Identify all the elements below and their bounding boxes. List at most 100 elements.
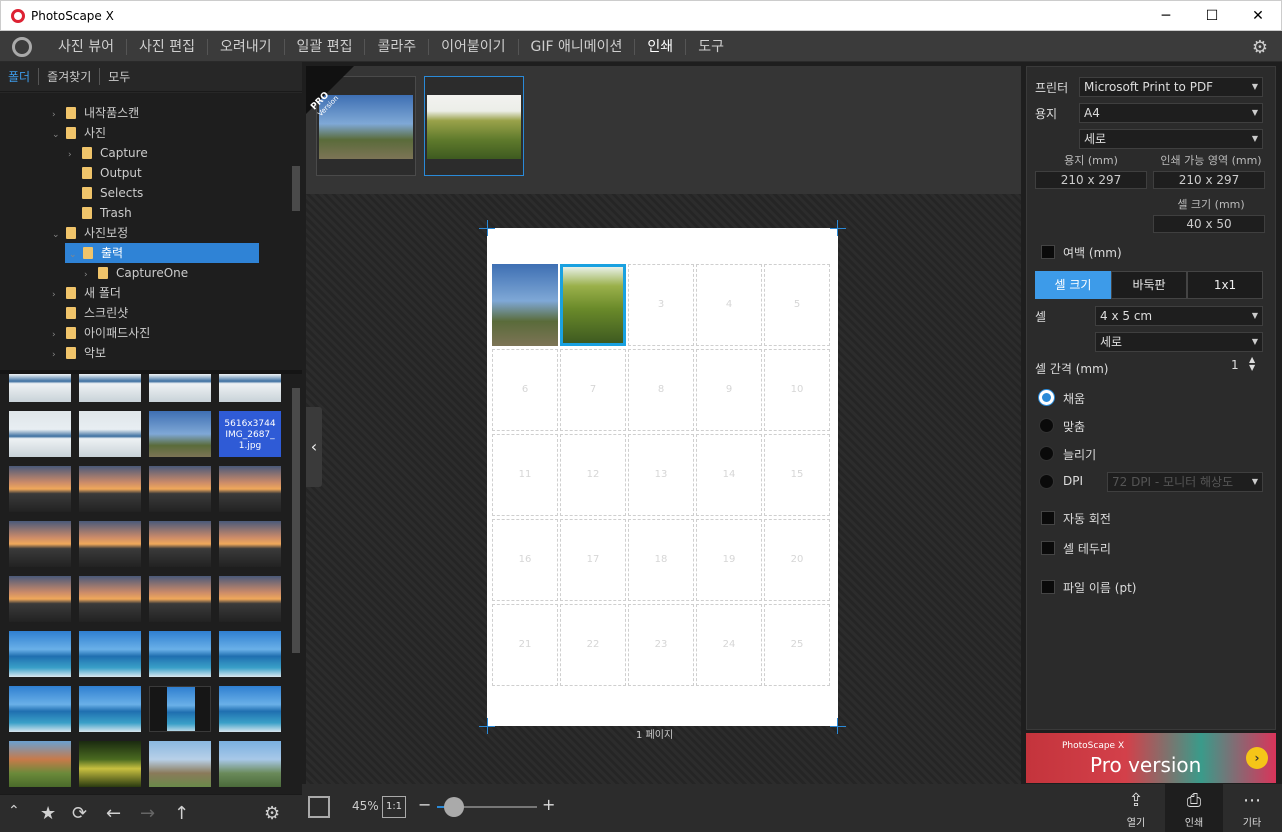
favorite-star-icon[interactable]: ★ xyxy=(40,803,56,824)
more-button[interactable]: ⋯ 기타 xyxy=(1223,784,1281,832)
collapse-left-panel-handle[interactable]: ‹ xyxy=(306,407,322,487)
print-cell-empty[interactable]: 9 xyxy=(696,349,762,431)
print-cell-empty[interactable]: 18 xyxy=(628,519,694,601)
thumbnail[interactable] xyxy=(149,466,211,512)
tree-expand-arrow-icon[interactable]: › xyxy=(52,285,66,305)
menu-tab[interactable]: 오려내기 xyxy=(206,38,284,55)
menu-tab[interactable]: 콜라주 xyxy=(364,38,428,55)
print-cell-empty[interactable]: 7 xyxy=(560,349,626,431)
thumbnail[interactable] xyxy=(219,521,281,567)
thumbnail[interactable] xyxy=(79,741,141,787)
thumbnail-scrollbar[interactable] xyxy=(290,374,302,794)
tree-expand-arrow-icon[interactable]: › xyxy=(68,145,82,165)
auto-rotate-checkbox[interactable] xyxy=(1041,511,1055,525)
tree-scrollbar[interactable] xyxy=(290,93,302,370)
thumbnail[interactable] xyxy=(9,631,71,677)
actual-size-button[interactable]: 1:1 xyxy=(382,796,406,818)
print-cell-empty[interactable]: 22 xyxy=(560,604,626,686)
fit-view-icon[interactable] xyxy=(308,796,330,818)
tab-folder[interactable]: 폴더 xyxy=(8,68,38,85)
thumbnail[interactable] xyxy=(79,576,141,622)
print-cell-empty[interactable]: 19 xyxy=(696,519,762,601)
zoom-out-icon[interactable]: − xyxy=(418,795,431,814)
open-button[interactable]: ⇪ 열기 xyxy=(1107,784,1165,832)
print-cell-photo[interactable] xyxy=(492,264,558,346)
back-arrow-icon[interactable]: ← xyxy=(106,803,121,824)
menu-tab[interactable]: 사진 뷰어 xyxy=(46,39,126,55)
thumbnail[interactable]: 5616x3744 IMG_2687_ 1.jpg xyxy=(219,411,281,457)
tree-item[interactable]: › CaptureOne xyxy=(84,263,188,283)
margin-checkbox[interactable] xyxy=(1041,245,1055,259)
thumbnail[interactable] xyxy=(9,374,71,402)
print-cell-empty[interactable]: 10 xyxy=(764,349,830,431)
thumbnail[interactable] xyxy=(219,374,281,402)
menu-tab[interactable]: 일괄 편집 xyxy=(283,38,365,55)
tree-item[interactable]: ⌄ 출력 xyxy=(65,243,259,263)
banner-arrow-icon[interactable]: › xyxy=(1246,747,1268,769)
radio-dpi[interactable] xyxy=(1039,474,1054,489)
thumbnail[interactable] xyxy=(79,631,141,677)
menu-tab[interactable]: 인쇄 xyxy=(634,38,685,55)
cell-orientation-select[interactable]: 세로 xyxy=(1095,332,1263,352)
tree-item[interactable]: 스크린샷 xyxy=(52,303,128,323)
print-cell-empty[interactable]: 11 xyxy=(492,434,558,516)
film-item-selected[interactable] xyxy=(424,76,524,176)
print-cell-empty[interactable]: 17 xyxy=(560,519,626,601)
thumbnail[interactable] xyxy=(9,411,71,457)
thumbnail[interactable] xyxy=(9,686,71,732)
thumbnail[interactable] xyxy=(149,686,211,732)
thumbnail[interactable] xyxy=(9,576,71,622)
file-name-checkbox[interactable] xyxy=(1041,580,1055,594)
print-cell-empty[interactable]: 20 xyxy=(764,519,830,601)
maximize-button[interactable]: ☐ xyxy=(1189,1,1235,31)
cell-preset-select[interactable]: 4 x 5 cm xyxy=(1095,306,1263,326)
segment-1x1[interactable]: 1x1 xyxy=(1187,271,1263,299)
menu-tab[interactable]: 도구 xyxy=(685,38,736,55)
thumbnail[interactable] xyxy=(79,686,141,732)
thumbnail[interactable] xyxy=(149,741,211,787)
thumbnail[interactable] xyxy=(149,576,211,622)
thumbnail[interactable] xyxy=(79,374,141,402)
thumbnail[interactable] xyxy=(219,741,281,787)
print-cell-empty[interactable]: 4 xyxy=(696,264,762,346)
spacing-stepper-icon[interactable]: ▲ ▼ xyxy=(1249,356,1255,372)
print-cell-empty[interactable]: 6 xyxy=(492,349,558,431)
thumbnail[interactable] xyxy=(9,466,71,512)
tree-item[interactable]: Selects xyxy=(68,183,143,203)
thumbnail[interactable] xyxy=(149,411,211,457)
thumbnail[interactable] xyxy=(79,411,141,457)
tree-expand-arrow-icon[interactable]: › xyxy=(52,325,66,345)
tab-all[interactable]: 모두 xyxy=(99,68,138,85)
print-cell-empty[interactable]: 24 xyxy=(696,604,762,686)
print-cell-empty[interactable]: 12 xyxy=(560,434,626,516)
paper-select[interactable]: A4 xyxy=(1079,103,1263,123)
tree-expand-arrow-icon[interactable]: ⌄ xyxy=(52,225,66,245)
minimize-button[interactable]: ─ xyxy=(1143,1,1189,31)
thumbnail[interactable] xyxy=(79,521,141,567)
thumbnail[interactable] xyxy=(219,686,281,732)
segment-grid[interactable]: 바둑판 xyxy=(1111,271,1187,299)
zoom-in-icon[interactable]: + xyxy=(542,795,555,814)
cell-spacing-value[interactable]: 1 xyxy=(1231,358,1239,372)
tree-item[interactable]: Trash xyxy=(68,203,132,223)
up-arrow-icon[interactable]: ↑ xyxy=(174,803,189,824)
thumbnail[interactable] xyxy=(9,521,71,567)
print-button[interactable]: ⎙ 인쇄 xyxy=(1165,784,1223,832)
tree-expand-arrow-icon[interactable]: › xyxy=(84,265,98,285)
tree-expand-arrow-icon[interactable]: › xyxy=(52,105,66,125)
thumbnail[interactable] xyxy=(219,466,281,512)
thumbnail-scroll-thumb[interactable] xyxy=(292,388,300,653)
pro-version-banner[interactable]: PhotoScape X Pro version › xyxy=(1026,733,1276,783)
print-cell-empty[interactable]: 25 xyxy=(764,604,830,686)
collapse-up-icon[interactable]: ⌃ xyxy=(8,803,20,819)
zoom-slider-knob[interactable] xyxy=(444,797,464,817)
print-cell-empty[interactable]: 15 xyxy=(764,434,830,516)
print-cell-empty[interactable]: 8 xyxy=(628,349,694,431)
thumbnail[interactable] xyxy=(149,631,211,677)
tree-item[interactable]: › 내작품스캔 xyxy=(52,103,139,123)
cell-border-checkbox[interactable] xyxy=(1041,541,1055,555)
radio-fit[interactable] xyxy=(1039,418,1054,433)
print-cell-empty[interactable]: 5 xyxy=(764,264,830,346)
tree-expand-arrow-icon[interactable]: › xyxy=(52,345,66,365)
tree-scroll-thumb[interactable] xyxy=(292,166,300,211)
